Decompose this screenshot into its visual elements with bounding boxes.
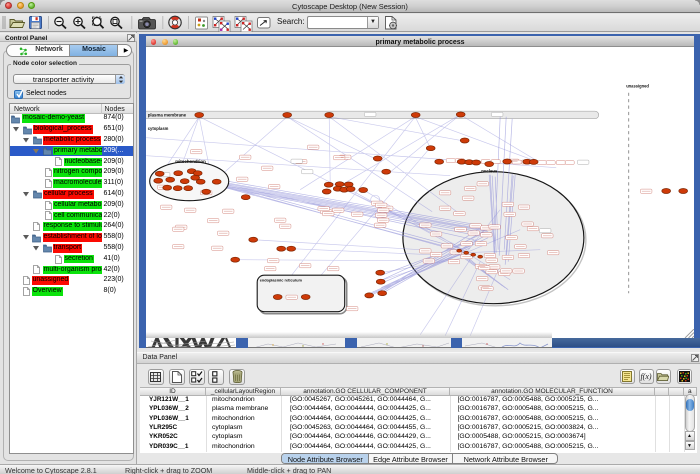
svg-text:unassigned: unassigned xyxy=(626,84,649,89)
svg-text:endoplasmic reticulum: endoplasmic reticulum xyxy=(259,278,302,283)
svg-text:mitochondrion: mitochondrion xyxy=(175,159,206,164)
svg-text:plasma membrane: plasma membrane xyxy=(147,113,186,118)
svg-text:cytoplasm: cytoplasm xyxy=(147,126,168,131)
svg-text:nucleus: nucleus xyxy=(481,169,498,174)
